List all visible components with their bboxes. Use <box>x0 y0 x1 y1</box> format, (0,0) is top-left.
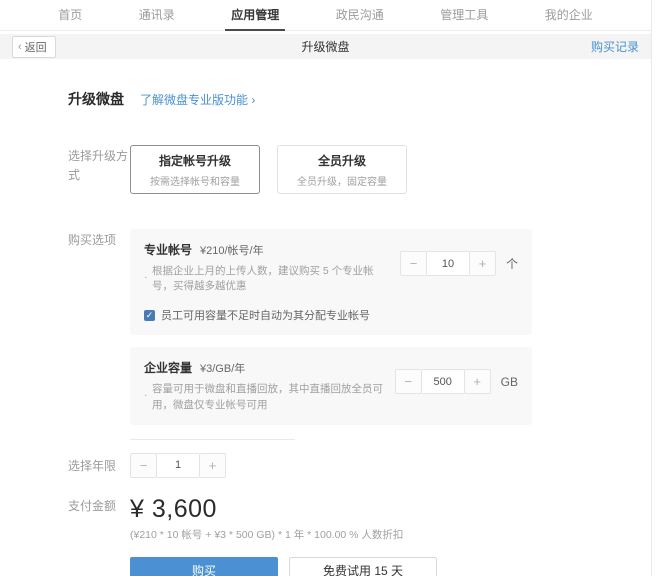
tab-contacts[interactable]: 通讯录 <box>133 0 181 31</box>
mode-card-all-members[interactable]: 全员升级 全员升级，固定容量 <box>277 145 407 194</box>
main-content: 升级微盘 了解微盘专业版功能 › 选择升级方式 指定帐号升级 按需选择帐号和容量… <box>0 89 651 576</box>
payment-field: ¥ 3,600 (¥210 * 10 帐号 + ¥3 * 500 GB) * 1… <box>130 495 651 542</box>
upgrade-mode-label: 选择升级方式 <box>68 149 129 182</box>
minus-button[interactable]: − <box>130 452 157 478</box>
mode-card-subtitle: 全员升级，固定容量 <box>297 176 387 188</box>
buy-button[interactable]: 购买 <box>130 556 278 576</box>
years-field: − 1 + <box>130 452 651 478</box>
page-header: 升级微盘 ‹ 返回 购买记录 <box>0 34 651 59</box>
auto-assign-checkbox-label: 员工可用容量不足时自动为其分配专业帐号 <box>161 310 370 323</box>
upgrade-mode-options: 指定帐号升级 按需选择帐号和容量 全员升级 全员升级，固定容量 <box>130 145 651 194</box>
payment-label: 支付金额 <box>68 498 117 513</box>
auto-assign-checkbox-row: ✓ 员工可用容量不足时自动为其分配专业帐号 <box>144 307 518 323</box>
upgrade-wedrive-page: 首页 通讯录 应用管理 政民沟通 管理工具 我的企业 升级微盘 ‹ 返回 购买记… <box>0 0 672 576</box>
tab-home[interactable]: 首页 <box>52 0 88 31</box>
years-row: 选择年限 − 1 + <box>68 452 651 478</box>
minus-button[interactable]: − <box>399 251 427 276</box>
years-quantity-input[interactable]: 1 <box>157 452 199 478</box>
app-shell: 首页 通讯录 应用管理 政民沟通 管理工具 我的企业 升级微盘 ‹ 返回 购买记… <box>0 0 652 576</box>
payment-row: 支付金额 ¥ 3,600 (¥210 * 10 帐号 + ¥3 * 500 GB… <box>68 495 651 542</box>
heading-row: 升级微盘 了解微盘专业版功能 › <box>68 89 651 109</box>
purchase-options-row: 购买选项 专业帐号 ¥210/帐号/年 根据企业上月的上传人数，建议购买 5 个… <box>68 229 651 425</box>
purchase-options-label: 购买选项 <box>68 233 117 247</box>
stepper-unit-label: 个 <box>505 257 518 271</box>
capacity-panel: 企业容量 ¥3/GB/年 容量可用于微盘和直播回放，其中直播回放全员可用，微盘仅… <box>130 347 532 425</box>
mode-card-title: 全员升级 <box>317 153 366 168</box>
years-label: 选择年限 <box>68 459 117 474</box>
purchase-options-field: 专业帐号 ¥210/帐号/年 根据企业上月的上传人数，建议购买 5 个专业帐号，… <box>130 229 651 425</box>
capacity-price: ¥3/GB/年 <box>200 363 246 376</box>
payment-amount: ¥ 3,600 <box>130 494 217 523</box>
plus-button[interactable]: + <box>468 251 496 276</box>
checkbox-checked-icon[interactable]: ✓ <box>144 309 155 321</box>
upgrade-mode-row: 选择升级方式 指定帐号升级 按需选择帐号和容量 全员升级 全员升级，固定容量 <box>68 145 651 194</box>
mode-card-subtitle: 按需选择帐号和容量 <box>150 176 240 188</box>
pro-account-title: 专业帐号 <box>144 243 193 257</box>
actions-row: 购买 免费试用 15 天 <box>130 556 651 576</box>
pro-account-stepper: − 10 + 个 <box>399 251 518 276</box>
tab-admin-tools[interactable]: 管理工具 <box>434 0 494 31</box>
years-stepper: − 1 + <box>130 452 651 478</box>
plus-button[interactable]: + <box>463 369 491 395</box>
top-navigation: 首页 通讯录 应用管理 政民沟通 管理工具 我的企业 <box>0 0 651 31</box>
mode-card-title: 指定帐号升级 <box>158 153 231 168</box>
capacity-description: 容量可用于微盘和直播回放，其中直播回放全员可用，微盘仅专业帐号可用 <box>144 382 392 412</box>
learn-features-link[interactable]: 了解微盘专业版功能 › <box>140 91 255 108</box>
pro-account-description: 根据企业上月的上传人数，建议购买 5 个专业帐号，买得越多越优惠 <box>144 264 392 294</box>
tab-my-company[interactable]: 我的企业 <box>539 0 599 31</box>
stepper-unit-label: GB <box>500 374 518 389</box>
minus-button[interactable]: − <box>394 369 422 395</box>
capacity-title: 企业容量 <box>144 361 193 376</box>
pro-account-quantity-input[interactable]: 10 <box>426 251 469 276</box>
tab-app-management[interactable]: 应用管理 <box>225 0 286 31</box>
section-divider <box>130 438 295 440</box>
page-title: 升级微盘 <box>301 40 350 54</box>
plus-button[interactable]: + <box>199 452 226 478</box>
capacity-stepper: − 500 + GB <box>394 369 518 395</box>
tab-communication[interactable]: 政民沟通 <box>330 0 390 31</box>
purchase-records-link[interactable]: 购买记录 <box>591 38 639 55</box>
section-heading: 升级微盘 <box>68 91 124 107</box>
mode-card-designated-accounts[interactable]: 指定帐号升级 按需选择帐号和容量 <box>130 145 260 194</box>
capacity-quantity-input[interactable]: 500 <box>421 369 464 395</box>
pro-account-price: ¥210/帐号/年 <box>200 245 264 257</box>
payment-formula: (¥210 * 10 帐号 + ¥3 * 500 GB) * 1 年 * 100… <box>130 528 404 541</box>
free-trial-button[interactable]: 免费试用 15 天 <box>289 556 437 576</box>
pro-account-panel: 专业帐号 ¥210/帐号/年 根据企业上月的上传人数，建议购买 5 个专业帐号，… <box>130 229 532 336</box>
